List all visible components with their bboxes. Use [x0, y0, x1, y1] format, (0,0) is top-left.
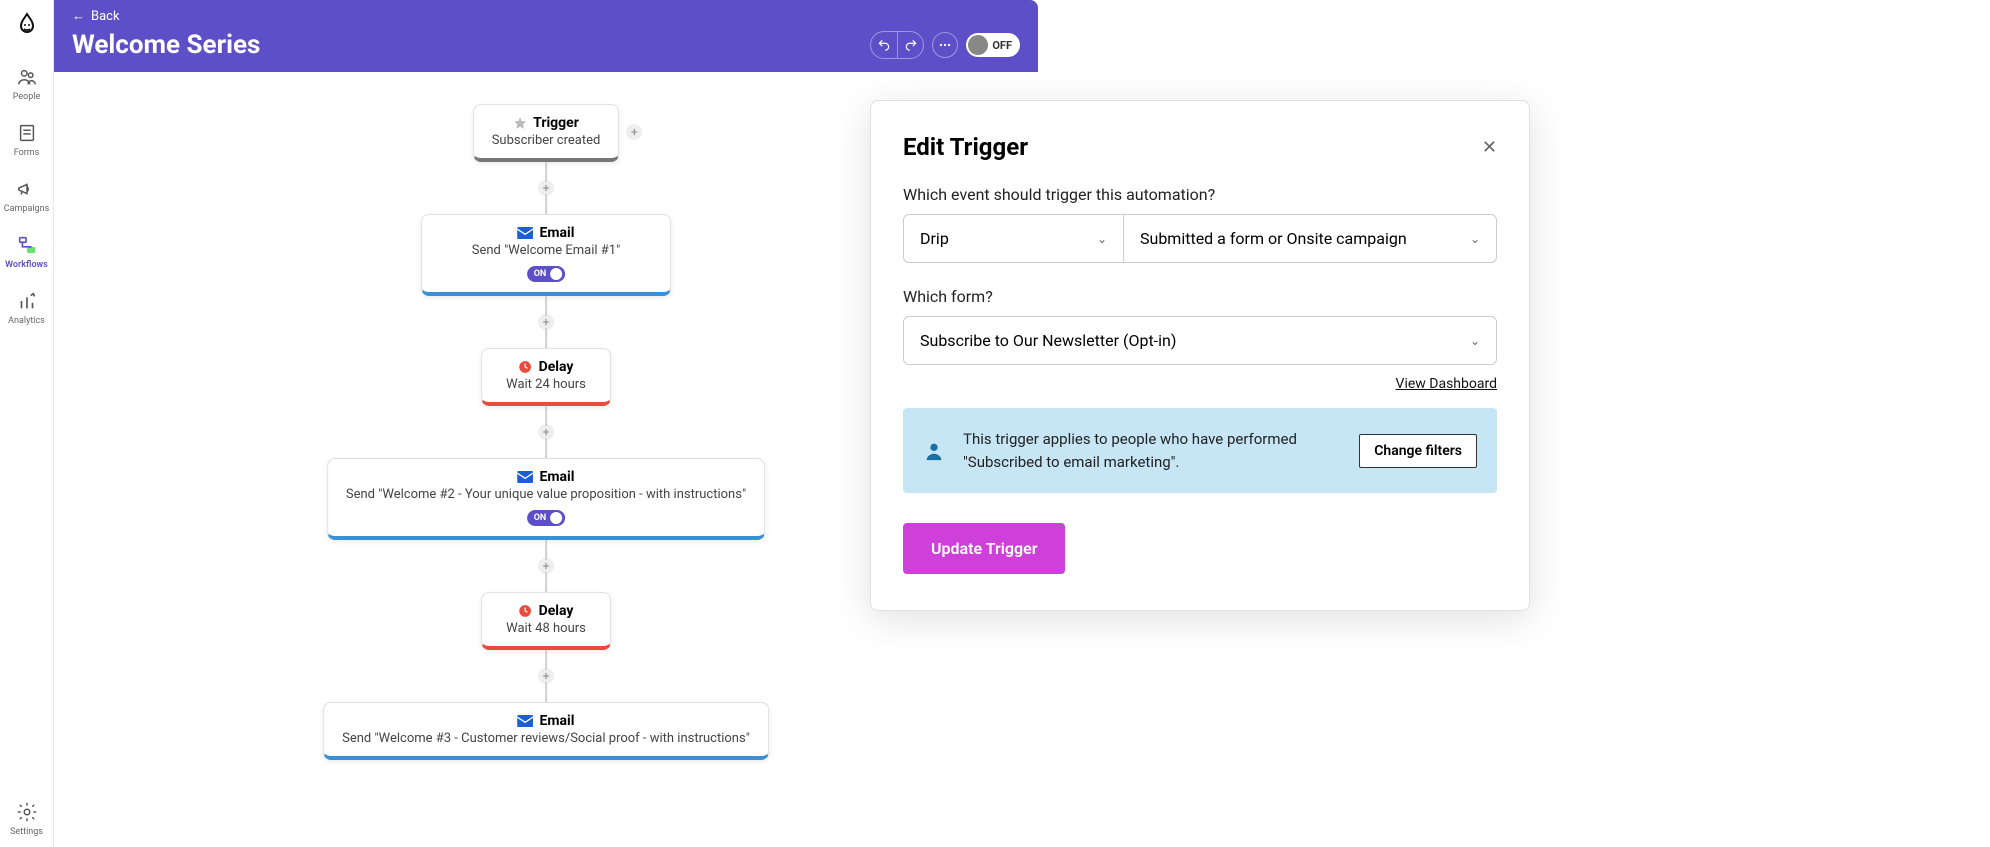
arrow-left-icon: ←: [72, 8, 85, 24]
node-subtitle: Send "Welcome #2 - Your unique value pro…: [346, 487, 746, 502]
form-select[interactable]: Subscribe to Our Newsletter (Opt-in) ⌄: [903, 316, 1497, 365]
nav-label: Forms: [14, 148, 40, 158]
email-toggle[interactable]: ON: [527, 266, 566, 282]
page-title: Welcome Series: [72, 30, 260, 60]
more-button[interactable]: [932, 32, 958, 58]
update-trigger-button[interactable]: Update Trigger: [903, 523, 1065, 574]
nav-label: People: [13, 92, 41, 102]
email-node-3[interactable]: Email Send "Welcome #3 - Customer review…: [323, 702, 769, 760]
megaphone-icon: [16, 178, 38, 200]
mail-icon: [518, 227, 534, 239]
nav-settings[interactable]: Settings: [0, 791, 53, 847]
header: ← Back Welcome Series OFF: [54, 0, 1038, 72]
chevron-down-icon: ⌄: [1470, 232, 1480, 246]
delay-node-1[interactable]: Delay Wait 24 hours: [481, 348, 611, 406]
nav-campaigns[interactable]: Campaigns: [0, 168, 53, 224]
node-title: Email: [540, 469, 575, 485]
node-title: Email: [540, 713, 575, 729]
nav-label: Analytics: [8, 316, 45, 326]
node-title: Email: [540, 225, 575, 241]
star-icon: [513, 116, 527, 130]
forms-icon: [16, 122, 38, 144]
node-subtitle: Subscriber created: [492, 133, 601, 148]
back-label: Back: [91, 9, 120, 24]
sidebar: People Forms Campaigns Workflows Analyti…: [0, 0, 54, 847]
undo-redo-group: [870, 31, 924, 59]
mail-icon: [518, 715, 534, 727]
email-node-2[interactable]: Email Send "Welcome #2 - Your unique val…: [327, 458, 765, 540]
nav-label: Workflows: [5, 260, 48, 270]
node-subtitle: Send "Welcome #3 - Customer reviews/Soci…: [342, 731, 750, 746]
app-logo: [15, 12, 39, 36]
trigger-node[interactable]: + Trigger Subscriber created: [473, 104, 620, 162]
undo-button[interactable]: [871, 32, 897, 58]
email-node-1[interactable]: Email Send "Welcome Email #1" ON: [421, 214, 671, 296]
chevron-down-icon: ⌄: [1097, 232, 1107, 246]
nav-workflows[interactable]: Workflows: [0, 224, 53, 280]
clock-icon: [519, 360, 533, 374]
add-branch-button[interactable]: +: [626, 124, 642, 140]
event-value: Submitted a form or Onsite campaign: [1140, 229, 1407, 248]
delay-node-2[interactable]: Delay Wait 48 hours: [481, 592, 611, 650]
change-filters-button[interactable]: Change filters: [1359, 434, 1477, 468]
node-title: Delay: [539, 603, 574, 619]
event-select[interactable]: Submitted a form or Onsite campaign ⌄: [1123, 214, 1497, 263]
people-icon: [16, 66, 38, 88]
nav-label: Campaigns: [4, 204, 49, 214]
workflow-power-toggle[interactable]: OFF: [966, 33, 1020, 57]
provider-value: Drip: [920, 229, 949, 248]
form-value: Subscribe to Our Newsletter (Opt-in): [920, 331, 1176, 350]
back-button[interactable]: ← Back: [72, 8, 1020, 24]
provider-select[interactable]: Drip ⌄: [903, 214, 1123, 263]
form-question-label: Which form?: [903, 287, 1497, 306]
nav-analytics[interactable]: Analytics: [0, 280, 53, 336]
clock-icon: [519, 604, 533, 618]
nav-forms[interactable]: Forms: [0, 112, 53, 168]
workflows-icon: [16, 234, 38, 256]
view-dashboard-link[interactable]: View Dashboard: [1396, 376, 1497, 392]
edit-trigger-panel: Edit Trigger ✕ Which event should trigge…: [870, 100, 1530, 611]
close-button[interactable]: ✕: [1482, 137, 1497, 158]
email-toggle[interactable]: ON: [527, 510, 566, 526]
nav-people[interactable]: People: [0, 56, 53, 112]
nav-label: Settings: [10, 827, 43, 837]
toggle-knob: [968, 35, 988, 55]
panel-title: Edit Trigger: [903, 133, 1028, 161]
gear-icon: [16, 801, 38, 823]
mail-icon: [518, 471, 534, 483]
chevron-down-icon: ⌄: [1470, 334, 1480, 348]
node-title: Trigger: [533, 115, 579, 131]
node-subtitle: Send "Welcome Email #1": [440, 243, 652, 258]
redo-button[interactable]: [897, 32, 923, 58]
node-title: Delay: [539, 359, 574, 375]
info-text: This trigger applies to people who have …: [963, 428, 1341, 473]
analytics-icon: [16, 290, 38, 312]
toggle-label: OFF: [992, 39, 1012, 52]
node-subtitle: Wait 48 hours: [500, 621, 592, 636]
event-question-label: Which event should trigger this automati…: [903, 185, 1497, 204]
person-icon: [923, 440, 945, 462]
node-subtitle: Wait 24 hours: [500, 377, 592, 392]
filter-info-box: This trigger applies to people who have …: [903, 408, 1497, 493]
